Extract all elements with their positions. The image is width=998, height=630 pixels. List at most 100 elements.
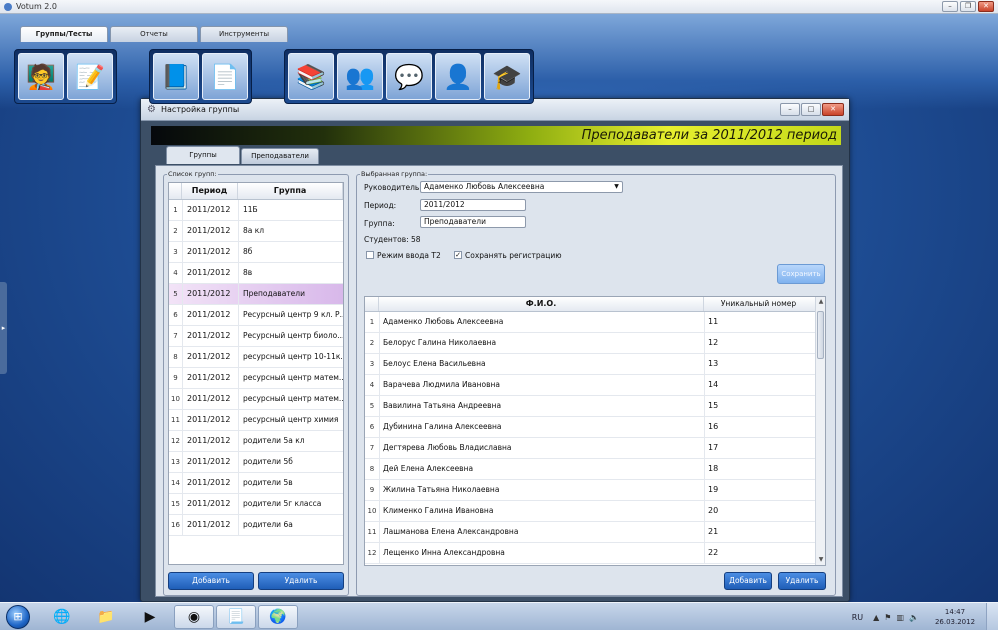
group-table-row[interactable]: 3 2011/2012 8б	[169, 242, 343, 263]
teacher-table-row[interactable]: 9 Жилина Татьяна Николаевна 19	[365, 480, 825, 501]
chrome-icon[interactable]: ◉	[174, 605, 214, 629]
person-icon[interactable]: 👤	[435, 53, 481, 100]
minimize-button[interactable]: –	[942, 1, 958, 12]
row-group-name: 8в	[238, 263, 343, 283]
group-table-row[interactable]: 7 2011/2012 Ресурсный центр биоло...	[169, 326, 343, 347]
teacher-table-row[interactable]: 8 Дей Елена Алексеевна 18	[365, 459, 825, 480]
group-table[interactable]: Период Группа 1 2011/2012 11Б 2 2011/2012 8а …	[168, 182, 344, 565]
teacher-table-row[interactable]: 12 Лещенко Инна Александровна 22	[365, 543, 825, 564]
group-table-row[interactable]: 15 2011/2012 родители 5г класса	[169, 494, 343, 515]
network-icon[interactable]: ▥	[896, 613, 904, 622]
group-table-row[interactable]: 1 2011/2012 11Б	[169, 200, 343, 221]
group-table-row[interactable]: 12 2011/2012 родители 5а кл	[169, 431, 343, 452]
scroll-down-icon[interactable]: ▼	[816, 555, 825, 565]
row-group-name: Ресурсный центр 9 кл. Р...	[238, 305, 343, 325]
dialog-close-button[interactable]: ✕	[822, 103, 844, 116]
dialog-title: Настройка группы	[161, 105, 240, 114]
teacher-table-row[interactable]: 7 Дегтярева Любовь Владиславна 17	[365, 438, 825, 459]
teachers-table[interactable]: Ф.И.О. Уникальный номер 1 Адаменко Любовь…	[364, 296, 826, 566]
start-button[interactable]: ⊞	[6, 605, 30, 629]
row-group-name: Преподаватели	[238, 284, 343, 304]
language-indicator[interactable]: RU	[852, 613, 863, 622]
row-full-name: Вавилина Татьяна Андреевна	[379, 396, 704, 416]
scroll-thumb[interactable]	[817, 311, 824, 359]
group-table-body: 1 2011/2012 11Б 2 2011/2012 8а кл 3 2011/2012 8б…	[169, 200, 343, 536]
tray-expand-icon[interactable]: ▲	[873, 613, 879, 622]
close-button[interactable]: ✕	[978, 1, 994, 12]
delete-group-button[interactable]: Удалить	[258, 572, 344, 590]
row-group-name: родители 5в	[238, 473, 343, 493]
graduate-icon[interactable]: 🎓	[484, 53, 530, 100]
tab-tools[interactable]: Инструменты	[200, 26, 288, 42]
chalkboard-icon[interactable]: 📚	[288, 53, 334, 100]
tab-teachers[interactable]: Преподаватели	[241, 148, 319, 164]
delete-teacher-button[interactable]: Удалить	[778, 572, 826, 590]
keep-registration-checkbox[interactable]: ✓	[454, 251, 462, 259]
group-table-row[interactable]: 10 2011/2012 ресурсный центр матем...	[169, 389, 343, 410]
group-name-field[interactable]: Преподаватели	[420, 216, 526, 228]
row-period: 2011/2012	[182, 431, 238, 451]
restore-button[interactable]: ❐	[960, 1, 976, 12]
row-period: 2011/2012	[182, 410, 238, 430]
group-table-row[interactable]: 9 2011/2012 ресурсный центр матем...	[169, 368, 343, 389]
tab-groups[interactable]: Группы	[166, 146, 240, 164]
users-pair-icon[interactable]: 👥	[337, 53, 383, 100]
t2-mode-checkbox[interactable]	[366, 251, 374, 259]
group-table-row[interactable]: 2 2011/2012 8а кл	[169, 221, 343, 242]
add-group-button[interactable]: Добавить	[168, 572, 254, 590]
scroll-up-icon[interactable]: ▲	[816, 297, 825, 307]
row-unique-number: 13	[704, 354, 813, 374]
teacher-card-icon[interactable]: 🧑‍🏫	[18, 53, 64, 100]
period-field[interactable]: 2011/2012	[420, 199, 526, 211]
group-table-row[interactable]: 4 2011/2012 8в	[169, 263, 343, 284]
word-icon[interactable]: 📃	[216, 605, 256, 629]
edit-document-icon[interactable]: 📝	[67, 53, 113, 100]
column-header-period[interactable]: Период	[182, 183, 238, 199]
row-number: 10	[171, 395, 180, 403]
dialog-minimize-button[interactable]: –	[780, 103, 800, 116]
group-table-row[interactable]: 11 2011/2012 ресурсный центр химия	[169, 410, 343, 431]
column-header-group[interactable]: Группа	[238, 183, 343, 199]
volume-icon[interactable]: 🔈	[909, 613, 919, 622]
flag-icon[interactable]: ⚑	[884, 613, 891, 622]
row-period: 2011/2012	[182, 326, 238, 346]
teacher-table-row[interactable]: 3 Белоус Елена Васильевна 13	[365, 354, 825, 375]
teacher-table-row[interactable]: 1 Адаменко Любовь Алексеевна 11	[365, 312, 825, 333]
group-table-row[interactable]: 5 2011/2012 Преподаватели	[169, 284, 343, 305]
group-table-row[interactable]: 16 2011/2012 родители 6а	[169, 515, 343, 536]
dialog-maximize-button[interactable]: □	[801, 103, 821, 116]
chat-bubble-icon[interactable]: 💬	[386, 53, 432, 100]
explorer-icon[interactable]: 📁	[86, 605, 126, 629]
folder-icon[interactable]: 📘	[153, 53, 199, 100]
blank-document-icon[interactable]: 📄	[202, 53, 248, 100]
group-table-row[interactable]: 13 2011/2012 родители 5б	[169, 452, 343, 473]
show-desktop-button[interactable]	[986, 603, 998, 630]
group-table-row[interactable]: 14 2011/2012 родители 5в	[169, 473, 343, 494]
leader-select[interactable]: Адаменко Любовь Алексеевна ▼	[420, 181, 623, 193]
teachers-table-scrollbar[interactable]: ▲ ▼	[815, 297, 825, 565]
clock[interactable]: 14:47 26.03.2012	[924, 607, 986, 627]
teacher-table-row[interactable]: 4 Варачева Людмила Ивановна 14	[365, 375, 825, 396]
column-header-full-name[interactable]: Ф.И.О.	[379, 297, 704, 311]
teacher-table-row[interactable]: 5 Вавилина Татьяна Андреевна 15	[365, 396, 825, 417]
save-button[interactable]: Сохранить	[777, 264, 825, 284]
teacher-table-row[interactable]: 10 Клименко Галина Ивановна 20	[365, 501, 825, 522]
group-table-row[interactable]: 8 2011/2012 ресурсный центр 10-11к...	[169, 347, 343, 368]
group-table-row[interactable]: 6 2011/2012 Ресурсный центр 9 кл. Р...	[169, 305, 343, 326]
add-teacher-button[interactable]: Добавить	[724, 572, 772, 590]
row-full-name: Адаменко Любовь Алексеевна	[379, 312, 704, 332]
column-header-unique-number[interactable]: Уникальный номер	[704, 297, 813, 311]
teacher-table-row[interactable]: 11 Лашманова Елена Александровна 21	[365, 522, 825, 543]
row-number: 5	[369, 402, 375, 410]
row-number: 12	[171, 437, 180, 445]
tab-reports[interactable]: Отчеты	[110, 26, 198, 42]
tab-groups-tests[interactable]: Группы/Тесты	[20, 26, 108, 42]
votum-icon[interactable]: 🌍	[258, 605, 298, 629]
ie-icon[interactable]: 🌐	[42, 605, 82, 629]
teacher-table-row[interactable]: 2 Белорус Галина Николаевна 12	[365, 333, 825, 354]
row-period: 2011/2012	[182, 200, 238, 220]
side-panel-handle[interactable]: ▸	[0, 282, 7, 374]
toolbar-group-2: 📘 📄	[149, 49, 252, 104]
teacher-table-row[interactable]: 6 Дубинина Галина Алексеевна 16	[365, 417, 825, 438]
media-player-icon[interactable]: ▶	[130, 605, 170, 629]
